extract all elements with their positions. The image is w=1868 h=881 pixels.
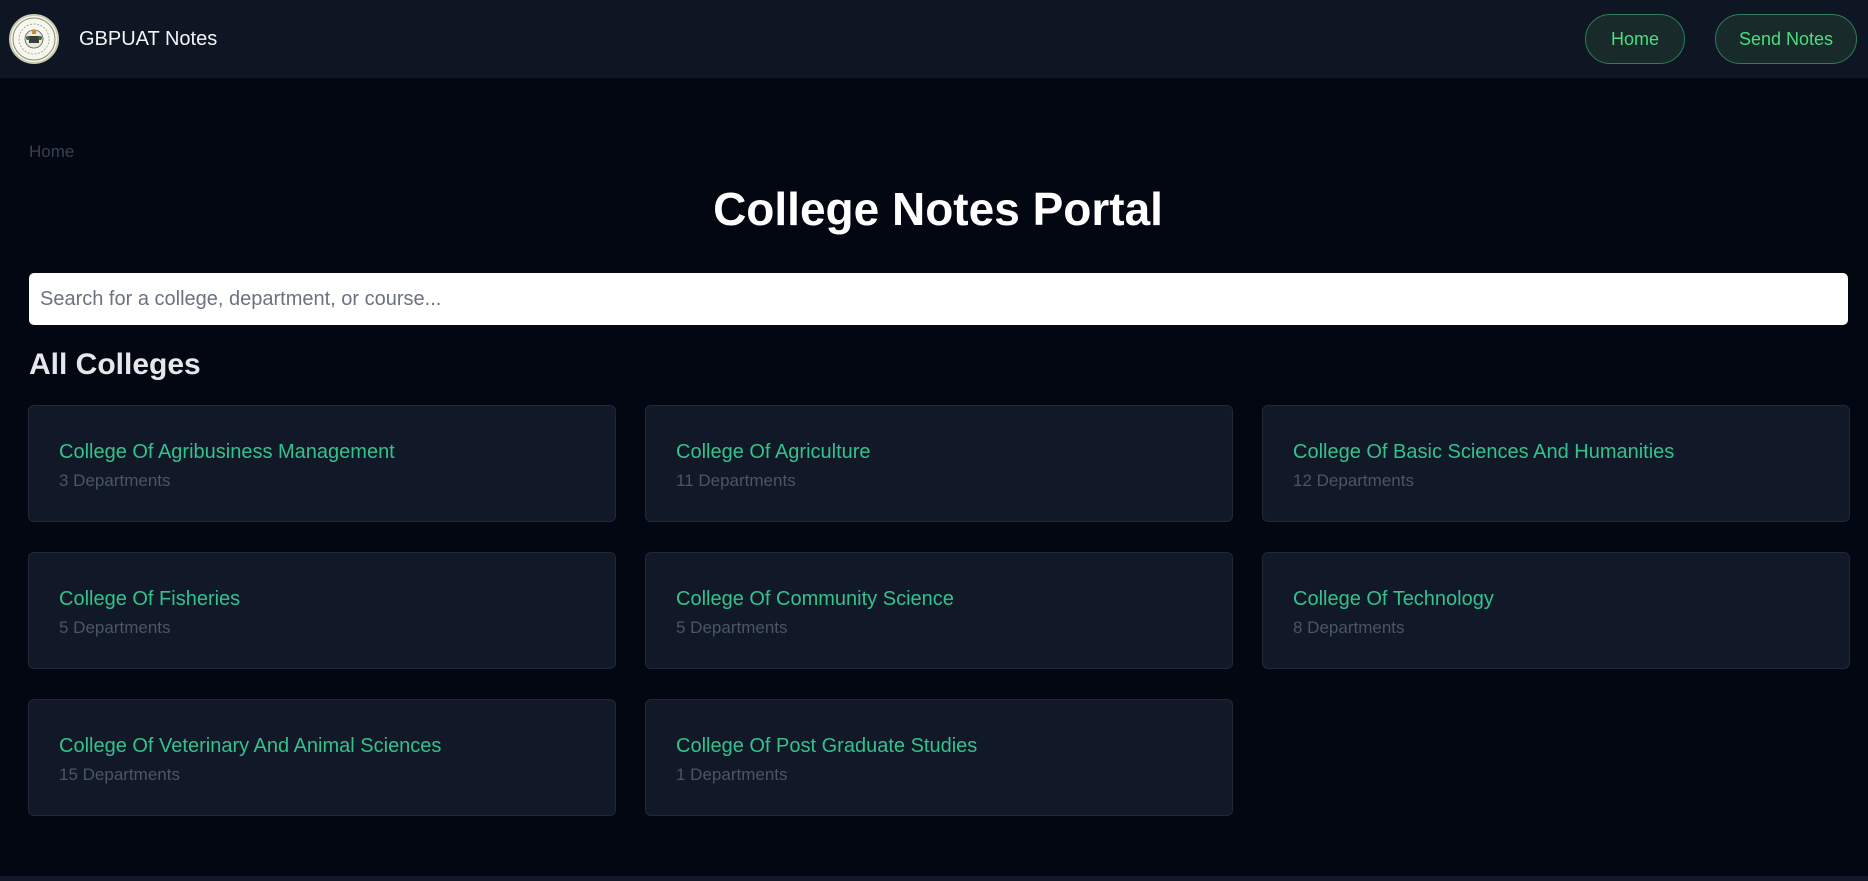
department-count: 3 Departments xyxy=(59,471,171,490)
home-button[interactable]: Home xyxy=(1585,14,1685,64)
page-title: College Notes Portal xyxy=(713,183,1163,235)
brand[interactable]: GBPUAT Notes xyxy=(0,14,217,64)
seal-emblem-icon xyxy=(12,17,56,61)
college-name[interactable]: College Of Veterinary And Animal Science… xyxy=(59,735,585,758)
department-count: 5 Departments xyxy=(676,618,788,637)
send-notes-button[interactable]: Send Notes xyxy=(1715,14,1857,64)
search-input[interactable] xyxy=(29,273,1848,325)
college-card[interactable]: College Of Agribusiness Management 3 Dep… xyxy=(28,405,616,522)
brand-name[interactable]: GBPUAT Notes xyxy=(79,28,217,51)
footer-divider xyxy=(0,876,1868,881)
college-card[interactable]: College Of Community Science 5 Departmen… xyxy=(645,552,1233,669)
college-card[interactable]: College Of Fisheries 5 Departments xyxy=(28,552,616,669)
college-name[interactable]: College Of Agriculture xyxy=(676,441,1202,464)
college-card[interactable]: College Of Agriculture 11 Departments xyxy=(645,405,1233,522)
college-name[interactable]: College Of Community Science xyxy=(676,588,1202,611)
college-name[interactable]: College Of Agribusiness Management xyxy=(59,441,585,464)
college-name[interactable]: College Of Post Graduate Studies xyxy=(676,735,1202,758)
university-seal-logo xyxy=(9,14,59,64)
college-name[interactable]: College Of Basic Sciences And Humanities xyxy=(1293,441,1819,464)
navbar: GBPUAT Notes Home Send Notes xyxy=(0,0,1868,78)
college-card[interactable]: College Of Technology 8 Departments xyxy=(1262,552,1850,669)
department-count: 1 Departments xyxy=(676,765,788,784)
breadcrumb[interactable]: Home xyxy=(29,142,74,162)
college-name[interactable]: College Of Technology xyxy=(1293,588,1819,611)
college-card[interactable]: College Of Basic Sciences And Humanities… xyxy=(1262,405,1850,522)
department-count: 12 Departments xyxy=(1293,471,1414,490)
nav-actions: Home Send Notes xyxy=(1585,14,1868,64)
college-card[interactable]: College Of Veterinary And Animal Science… xyxy=(28,699,616,816)
college-name[interactable]: College Of Fisheries xyxy=(59,588,585,611)
department-count: 11 Departments xyxy=(676,471,796,490)
college-grid: College Of Agribusiness Management 3 Dep… xyxy=(28,405,1850,816)
section-title: All Colleges xyxy=(29,348,201,381)
department-count: 8 Departments xyxy=(1293,618,1405,637)
department-count: 5 Departments xyxy=(59,618,171,637)
department-count: 15 Departments xyxy=(59,765,180,784)
college-card[interactable]: College Of Post Graduate Studies 1 Depar… xyxy=(645,699,1233,816)
